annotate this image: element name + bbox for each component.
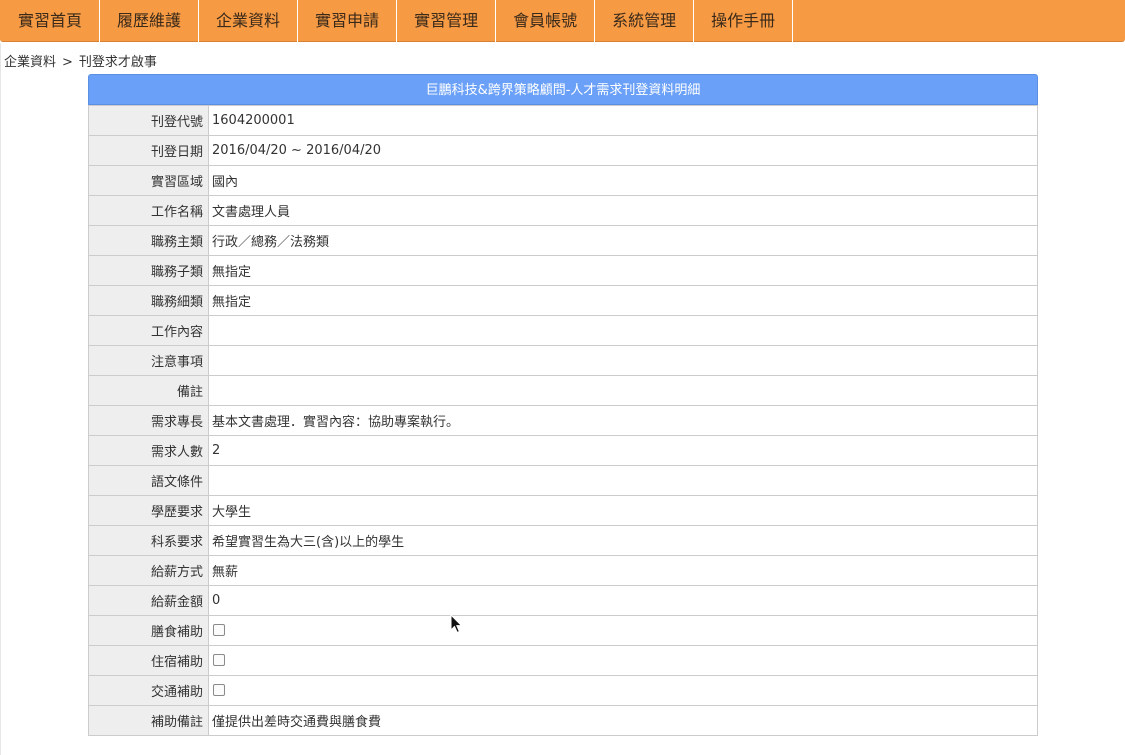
nav-list: 實習首頁 履歷維護 企業資料 實習申請 實習管理 會員帳號 系統管理 操作手冊 bbox=[0, 0, 1125, 42]
nav-item-home[interactable]: 實習首頁 bbox=[0, 0, 101, 42]
detail-row: 膳食補助 bbox=[88, 615, 1038, 646]
detail-row-label: 注意事項 bbox=[88, 345, 209, 376]
detail-row-value bbox=[208, 375, 1038, 406]
detail-row-label: 實習區域 bbox=[88, 165, 209, 196]
detail-row: 工作內容 bbox=[88, 315, 1038, 346]
detail-row-label: 職務細類 bbox=[88, 285, 209, 316]
detail-row-value: 1604200001 bbox=[208, 105, 1038, 136]
nav-item-apply[interactable]: 實習申請 bbox=[298, 0, 398, 42]
detail-row-value: 行政／總務／法務類 bbox=[208, 225, 1038, 256]
nav-item-manual[interactable]: 操作手冊 bbox=[694, 0, 794, 42]
detail-row: 給薪金額 0 bbox=[88, 585, 1038, 616]
breadcrumb: 企業資料 > 刊登求才啟事 bbox=[4, 51, 157, 70]
mouse-pointer-icon bbox=[450, 614, 463, 634]
detail-row: 交通補助 bbox=[88, 675, 1038, 706]
detail-row-label: 膳食補助 bbox=[88, 615, 209, 646]
detail-row-value: 僅提供出差時交通費與膳食費 bbox=[208, 705, 1038, 736]
detail-row-label: 交通補助 bbox=[88, 675, 209, 706]
breadcrumb-separator: > bbox=[62, 55, 73, 70]
detail-row: 刊登代號 1604200001 bbox=[88, 105, 1038, 136]
breadcrumb-current: 刊登求才啟事 bbox=[78, 55, 157, 70]
detail-row: 需求人數 2 bbox=[88, 435, 1038, 466]
subsidy-checkbox[interactable] bbox=[213, 623, 225, 636]
detail-row: 補助備註 僅提供出差時交通費與膳食費 bbox=[88, 705, 1038, 736]
detail-row: 語文條件 bbox=[88, 465, 1038, 496]
detail-row: 刊登日期 2016/04/20 ~ 2016/04/20 bbox=[88, 135, 1038, 166]
detail-row: 職務主類 行政／總務／法務類 bbox=[88, 225, 1038, 256]
detail-row: 科系要求 希望實習生為大三(含)以上的學生 bbox=[88, 525, 1038, 556]
detail-row-label: 給薪方式 bbox=[88, 555, 209, 586]
detail-row: 職務細類 無指定 bbox=[88, 285, 1038, 316]
detail-row-label: 職務子類 bbox=[88, 255, 209, 286]
detail-row-value: 文書處理人員 bbox=[208, 195, 1038, 226]
panel-title: 巨鵬科技&跨界策略顧問-人才需求刊登資料明細 bbox=[88, 74, 1038, 105]
nav-item-resume[interactable]: 履歷維護 bbox=[100, 0, 200, 42]
detail-row-value: 無薪 bbox=[208, 555, 1038, 586]
detail-row-label: 刊登代號 bbox=[88, 105, 209, 136]
detail-row-value: 無指定 bbox=[208, 285, 1038, 316]
detail-row-label: 語文條件 bbox=[88, 465, 209, 496]
detail-row: 給薪方式 無薪 bbox=[88, 555, 1038, 586]
detail-row-checkbox-cell bbox=[208, 645, 1038, 676]
detail-row-value: 0 bbox=[208, 585, 1038, 616]
page: 實習首頁 履歷維護 企業資料 實習申請 實習管理 會員帳號 系統管理 操作手冊 … bbox=[0, 0, 1125, 755]
detail-row-label: 職務主類 bbox=[88, 225, 209, 256]
detail-row-label: 需求人數 bbox=[88, 435, 209, 466]
detail-row: 注意事項 bbox=[88, 345, 1038, 376]
detail-row-value: 希望實習生為大三(含)以上的學生 bbox=[208, 525, 1038, 556]
breadcrumb-parent[interactable]: 企業資料 bbox=[4, 55, 56, 70]
nav-item-company[interactable]: 企業資料 bbox=[199, 0, 299, 42]
detail-row-label: 科系要求 bbox=[88, 525, 209, 556]
left-border bbox=[0, 43, 1, 755]
subsidy-checkbox[interactable] bbox=[213, 653, 225, 666]
detail-row-value bbox=[208, 315, 1038, 346]
detail-table: 刊登代號 1604200001 刊登日期 2016/04/20 ~ 2016/04/2… bbox=[88, 105, 1038, 736]
detail-row-label: 給薪金額 bbox=[88, 585, 209, 616]
detail-row-label: 補助備註 bbox=[88, 705, 209, 736]
detail-row: 實習區域 國內 bbox=[88, 165, 1038, 196]
detail-row-checkbox-cell bbox=[208, 675, 1038, 706]
detail-row: 工作名稱 文書處理人員 bbox=[88, 195, 1038, 226]
detail-row-value: 2 bbox=[208, 435, 1038, 466]
detail-row-value: 基本文書處理．實習內容：協助專案執行。 bbox=[208, 405, 1038, 436]
detail-row-label: 住宿補助 bbox=[88, 645, 209, 676]
detail-row-value: 大學生 bbox=[208, 495, 1038, 526]
detail-row-value bbox=[208, 465, 1038, 496]
posting-detail-panel: 巨鵬科技&跨界策略顧問-人才需求刊登資料明細 刊登代號 1604200001 刊登日… bbox=[88, 74, 1038, 736]
detail-row-value: 2016/04/20 ~ 2016/04/20 bbox=[208, 135, 1038, 166]
nav-item-system[interactable]: 系統管理 bbox=[595, 0, 695, 42]
nav-item-manage[interactable]: 實習管理 bbox=[397, 0, 497, 42]
nav-item-account[interactable]: 會員帳號 bbox=[496, 0, 596, 42]
detail-row-label: 學歷要求 bbox=[88, 495, 209, 526]
detail-row-value: 國內 bbox=[208, 165, 1038, 196]
detail-row-label: 備註 bbox=[88, 375, 209, 406]
detail-row: 學歷要求 大學生 bbox=[88, 495, 1038, 526]
detail-row-label: 工作名稱 bbox=[88, 195, 209, 226]
detail-row-label: 工作內容 bbox=[88, 315, 209, 346]
detail-row-value bbox=[208, 345, 1038, 376]
detail-row: 住宿補助 bbox=[88, 645, 1038, 676]
detail-row: 備註 bbox=[88, 375, 1038, 406]
detail-row: 職務子類 無指定 bbox=[88, 255, 1038, 286]
detail-row-label: 需求專長 bbox=[88, 405, 209, 436]
detail-row-value: 無指定 bbox=[208, 255, 1038, 286]
detail-row: 需求專長 基本文書處理．實習內容：協助專案執行。 bbox=[88, 405, 1038, 436]
main-navbar: 實習首頁 履歷維護 企業資料 實習申請 實習管理 會員帳號 系統管理 操作手冊 bbox=[0, 0, 1125, 42]
detail-row-label: 刊登日期 bbox=[88, 135, 209, 166]
subsidy-checkbox[interactable] bbox=[213, 683, 225, 696]
detail-row-checkbox-cell bbox=[208, 615, 1038, 646]
